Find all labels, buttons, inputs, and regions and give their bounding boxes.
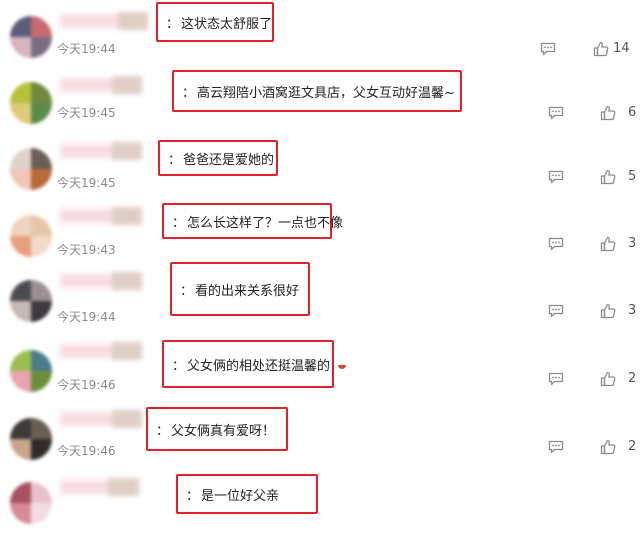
thumbs-up-icon[interactable] <box>600 105 616 121</box>
user-badge-blurred <box>112 76 142 94</box>
like-count: 3 <box>628 236 637 251</box>
comment-text-highlight: ：爸爸还是爱她的 <box>158 140 278 176</box>
thumbs-up-icon[interactable] <box>600 303 616 319</box>
comment-colon: ： <box>168 152 182 168</box>
comment-bubble-icon[interactable] <box>548 304 564 318</box>
comment-time: 今天19:44 <box>57 40 116 57</box>
avatar[interactable] <box>10 215 52 257</box>
comment-bubble-icon[interactable] <box>548 170 564 184</box>
like-count: 2 <box>628 371 637 386</box>
comment-time: 今天19:45 <box>57 174 116 191</box>
comment-colon: ： <box>166 16 180 32</box>
comment-time: 今天19:43 <box>57 241 116 258</box>
user-badge-blurred <box>112 342 142 360</box>
user-badge-blurred <box>108 478 138 496</box>
comment-time-label: 今天19:45 <box>57 106 116 120</box>
comment-text-highlight: ：这状态太舒服了 <box>156 2 274 42</box>
user-badge-blurred <box>112 410 142 428</box>
comment-bubble-icon[interactable] <box>548 440 564 454</box>
comment-colon: ： <box>182 85 196 101</box>
comment-time: 今天19:45 <box>57 104 116 121</box>
comment-colon: ： <box>172 358 186 374</box>
comment-text: 爸爸还是爱她的 <box>183 152 275 168</box>
comment-time: 今天19:44 <box>57 308 116 325</box>
like-count: 5 <box>628 169 637 184</box>
comment-time-label: 今天19:44 <box>57 310 116 324</box>
thumbs-up-icon[interactable] <box>600 236 616 252</box>
comment-bubble-icon[interactable] <box>540 42 556 56</box>
comment-text-highlight: ：怎么长这样了？一点也不像 <box>162 203 343 239</box>
comment-time: 今天19:46 <box>57 442 116 459</box>
comment-text-highlight: ：高云翔陪小酒窝逛文具店，父女互动好温馨~ <box>172 70 462 112</box>
user-badge-blurred <box>112 142 142 160</box>
comment-time: 今天19:46 <box>57 376 116 393</box>
comment-text: 这状态太舒服了 <box>181 16 273 32</box>
thumbs-up-icon[interactable] <box>600 371 616 387</box>
avatar[interactable] <box>10 148 52 190</box>
comment-time-label: 今天19:44 <box>57 42 116 56</box>
comment-colon: ： <box>186 488 200 504</box>
comment-bubble-icon[interactable] <box>548 237 564 251</box>
like-count: 3 <box>628 303 637 318</box>
avatar[interactable] <box>10 82 52 124</box>
comment-text-highlight: ：是一位好父亲 <box>176 474 318 514</box>
user-badge-blurred <box>112 272 142 290</box>
comment-row: 今天19:44 <box>0 270 640 334</box>
comment-text-highlight: ：父女俩真有爱呀！ <box>146 407 288 451</box>
comment-text: 看的出来关系很好 <box>195 283 300 299</box>
avatar[interactable] <box>10 418 52 460</box>
comment-text: 父女俩真有爱呀！ <box>171 423 276 439</box>
comment-colon: ： <box>172 215 186 231</box>
comment-row: 今天19:46 <box>0 408 640 472</box>
comment-time-label: 今天19:45 <box>57 176 116 190</box>
comment-text: 是一位好父亲 <box>201 488 280 504</box>
comment-time-label: 今天19:43 <box>57 243 116 257</box>
comment-text: 父女俩的相处还挺温馨的 <box>187 358 331 374</box>
thumbs-up-icon[interactable] <box>600 439 616 455</box>
comment-colon: ： <box>180 283 194 299</box>
thumbs-up-icon[interactable] <box>600 169 616 185</box>
avatar[interactable] <box>10 482 52 524</box>
comment-row <box>0 476 640 540</box>
comment-time-label: 今天19:46 <box>57 444 116 458</box>
comment-time-label: 今天19:46 <box>57 378 116 392</box>
comment-text: 怎么长这样了？一点也不像 <box>187 215 344 231</box>
like-count: 2 <box>628 439 637 454</box>
avatar[interactable] <box>10 350 52 392</box>
comment-row: 今天19:45 <box>0 140 640 204</box>
avatar[interactable] <box>10 16 52 58</box>
avatar[interactable] <box>10 280 52 322</box>
like-count: 6 <box>628 105 637 120</box>
comment-text-highlight: ：看的出来关系很好 <box>170 262 310 316</box>
like-count: 14 <box>613 41 630 56</box>
user-badge-blurred <box>118 12 148 30</box>
thumbs-up-icon[interactable] <box>593 41 609 57</box>
comment-text: 高云翔陪小酒窝逛文具店，父女互动好温馨~ <box>197 85 455 101</box>
comment-text-highlight: ：父女俩的相处还挺温馨的 <box>162 340 347 388</box>
comment-colon: ： <box>156 423 170 439</box>
user-badge-blurred <box>112 207 142 225</box>
comment-bubble-icon[interactable] <box>548 106 564 120</box>
comment-bubble-icon[interactable] <box>548 372 564 386</box>
